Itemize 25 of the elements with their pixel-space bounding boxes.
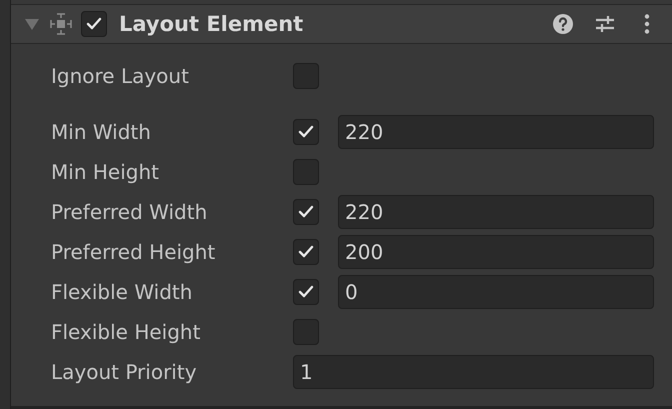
field-label: Flexible Width [51, 280, 194, 304]
number-field[interactable]: 220 [338, 115, 654, 149]
number-field[interactable]: 220 [338, 195, 654, 229]
component-title: Layout Element [119, 12, 304, 36]
enabled-checkbox[interactable] [81, 11, 107, 37]
settings-sliders-icon[interactable] [594, 13, 616, 35]
field-label: Min Width [51, 120, 152, 144]
field-label: Layout Priority [51, 360, 198, 384]
number-field[interactable]: 0 [338, 275, 654, 309]
checkbox[interactable] [293, 199, 319, 225]
field-label: Flexible Height [51, 320, 202, 344]
checkbox[interactable] [293, 63, 319, 89]
checkbox[interactable] [293, 279, 319, 305]
number-field[interactable]: 200 [338, 235, 654, 269]
field-label: Ignore Layout [51, 64, 190, 88]
help-icon[interactable] [552, 13, 574, 35]
checkbox[interactable] [293, 239, 319, 265]
field-label: Preferred Width [51, 200, 208, 224]
checkbox[interactable] [293, 119, 319, 145]
checkbox[interactable] [293, 319, 319, 345]
layout-element-icon [49, 12, 73, 36]
checkbox[interactable] [293, 159, 319, 185]
field-label: Preferred Height [51, 240, 216, 264]
number-field[interactable]: 1 [293, 355, 654, 389]
field-label: Min Height [51, 160, 160, 184]
